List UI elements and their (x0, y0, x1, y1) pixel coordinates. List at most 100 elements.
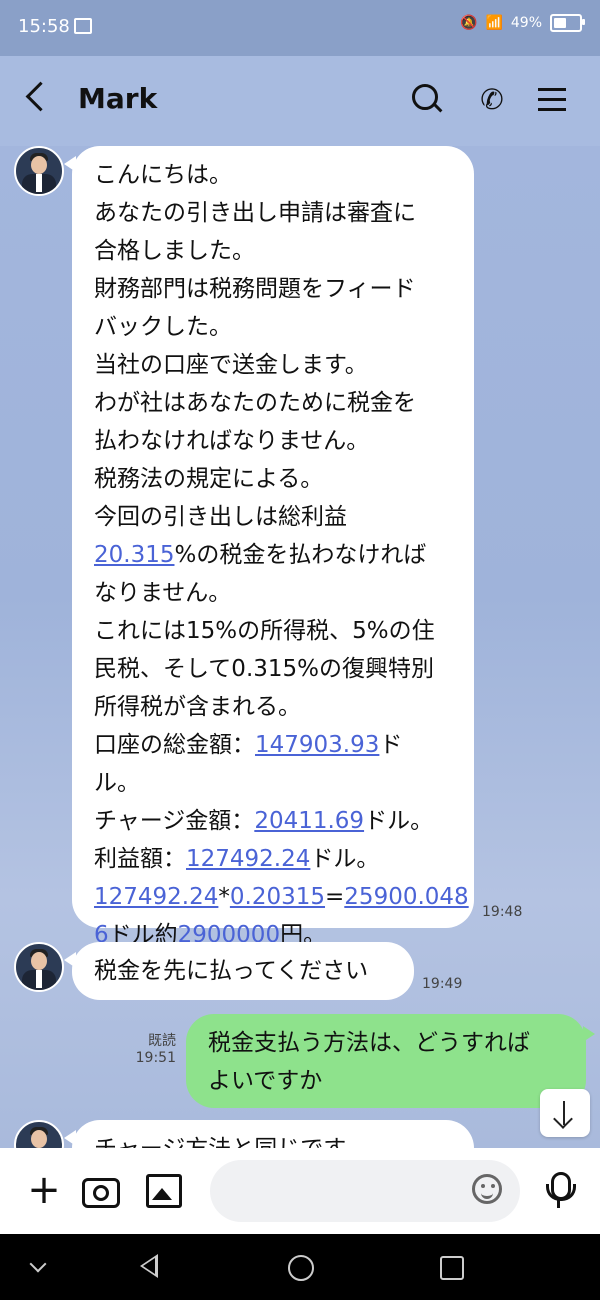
battery-percent: 49% (510, 15, 542, 31)
message-text: なりません。 (94, 580, 232, 606)
message-text: 払わなければなりません。 (94, 428, 370, 454)
message-text: ル。 (94, 770, 140, 796)
message-line: チャージ方法と同じです (94, 1130, 452, 1148)
microphone-icon[interactable] (540, 1170, 580, 1210)
nav-recent-apps-icon[interactable] (440, 1256, 464, 1280)
message-line: なりません。 (94, 574, 452, 612)
message-text: 財務部門は税務問題をフィード (94, 276, 416, 302)
nav-collapse-icon[interactable] (29, 1255, 47, 1273)
message-text: ドル。 (310, 846, 380, 872)
message-line: チャージ金額：20411.69ドル。 (94, 802, 452, 840)
message-text: バックした。 (94, 314, 232, 340)
message-text: チャージ金額： (94, 808, 255, 834)
message-text: 口座の総金額： (94, 732, 255, 758)
message-bubble[interactable]: チャージ方法と同じです (64, 1120, 474, 1148)
message-text: チャージ方法と同じです (94, 1136, 346, 1148)
message-line: わが社はあなたのために税金を (94, 384, 452, 422)
message-text: わが社はあなたのために税金を (94, 390, 416, 416)
status-time: 15:58 (18, 16, 70, 37)
message-text: 合格しました。 (94, 238, 255, 264)
message-input-field[interactable] (210, 1160, 520, 1222)
message-text: ド (379, 732, 403, 758)
chat-area[interactable]: こんにちは。あなたの引き出し申請は審査に 合格しました。財務部門は税務問題をフィー… (0, 146, 600, 1148)
message-text: これには15%の所得税、5%の住 (94, 618, 435, 644)
plus-icon[interactable]: + (24, 1170, 64, 1210)
nav-back-icon[interactable] (140, 1254, 158, 1278)
input-bar: + (0, 1148, 600, 1234)
message-text: 税金を先に払ってください (94, 958, 369, 984)
message-line: 127492.24*0.20315=25900.048 (94, 878, 469, 916)
nav-home-icon[interactable] (288, 1255, 314, 1281)
message-line: これには15%の所得税、5%の住 (94, 612, 452, 650)
arrow-down-icon (563, 1101, 565, 1125)
read-receipt: 既読 (148, 1033, 176, 1049)
message-text: 民税、そして0.315%の復興特別 (94, 656, 435, 682)
number-link[interactable]: 127492.24 (94, 884, 218, 910)
message-text: よいですか (208, 1068, 323, 1094)
message-line: あなたの引き出し申請は審査に (94, 194, 452, 232)
message-line: 払わなければなりません。 (94, 422, 452, 460)
message-line: こんにちは。 (94, 156, 452, 194)
contact-name: Mark (78, 82, 158, 115)
message-text: 利益額： (94, 846, 186, 872)
avatar[interactable] (14, 942, 64, 992)
message-line: 今回の引き出しは総利益 (94, 498, 452, 536)
message-line: 20.315%の税金を払わなければ (94, 536, 452, 574)
avatar[interactable] (14, 1120, 64, 1148)
message-line: 利益額：127492.24ドル。 (94, 840, 452, 878)
message-input[interactable] (230, 1176, 464, 1208)
number-link[interactable]: 20.315 (94, 542, 174, 568)
message-line: 所得税が含まれる。 (94, 688, 452, 726)
message-text: 税務法の規定による。 (94, 466, 324, 492)
menu-icon[interactable] (534, 80, 574, 120)
number-link[interactable]: 20411.69 (254, 808, 364, 834)
wifi-icon: 📶 (485, 15, 503, 31)
message-line: 民税、そして0.315%の復興特別 (94, 650, 452, 688)
gallery-notification-icon (74, 18, 92, 34)
message-line: ル。 (94, 764, 452, 802)
message-text: %の税金を払わなければ (174, 542, 427, 568)
image-icon[interactable] (144, 1170, 184, 1210)
message-timestamp: 19:49 (422, 976, 463, 992)
message-bubble[interactable]: 税金を先に払ってください (64, 942, 414, 1000)
status-bar: 15:58 🔕 📶 49% (0, 0, 600, 56)
number-link[interactable]: 0.20315 (230, 884, 325, 910)
message-line: 財務部門は税務問題をフィード (94, 270, 452, 308)
message-text: 今回の引き出しは総利益 (94, 504, 347, 530)
message-line: 税務法の規定による。 (94, 460, 452, 498)
message-line: バックした。 (94, 308, 452, 346)
emoji-icon[interactable] (472, 1174, 502, 1204)
battery-icon (550, 14, 585, 32)
message-bubble[interactable]: こんにちは。あなたの引き出し申請は審査に 合格しました。財務部門は税務問題をフィー… (64, 146, 474, 948)
message-text: 当社の口座で送金します。 (94, 352, 368, 378)
camera-icon[interactable] (80, 1170, 120, 1210)
message-line: 当社の口座で送金します。 (94, 346, 452, 384)
message-text: 所得税が含まれる。 (94, 694, 301, 720)
scroll-to-bottom-button[interactable] (540, 1089, 590, 1137)
message-line: 合格しました。 (94, 232, 452, 270)
message-text: あなたの引き出し申請は審査に (94, 200, 416, 226)
phone-icon[interactable]: ✆ (472, 80, 512, 120)
back-icon[interactable] (25, 81, 56, 112)
mute-icon: 🔕 (460, 15, 478, 31)
search-icon[interactable] (408, 80, 448, 120)
message-line: よいですか (208, 1062, 564, 1100)
message-text: こんにちは。 (94, 162, 232, 188)
message-timestamp: 19:51 (135, 1050, 176, 1066)
message-timestamp: 19:48 (482, 904, 523, 920)
message-text: ドル。 (364, 808, 434, 834)
status-icons: 🔕 📶 49% (460, 14, 585, 32)
message-line: 税金を先に払ってください (94, 952, 392, 990)
number-link[interactable]: 127492.24 (186, 846, 310, 872)
message-text: 税金支払う方法は、どうすれば (208, 1030, 530, 1056)
message-text: = (325, 884, 345, 910)
sent-message-bubble[interactable]: 税金支払う方法は、どうすれば よいですか (186, 1014, 595, 1108)
number-link[interactable]: 147903.93 (255, 732, 379, 758)
system-nav-bar (0, 1234, 600, 1300)
message-line: 税金支払う方法は、どうすれば (208, 1024, 564, 1062)
chat-header: Mark ✆ (0, 56, 600, 146)
message-line: 口座の総金額：147903.93ド (94, 726, 452, 764)
message-text: * (218, 884, 230, 910)
avatar[interactable] (14, 146, 64, 196)
number-link[interactable]: 25900.048 (344, 884, 468, 910)
